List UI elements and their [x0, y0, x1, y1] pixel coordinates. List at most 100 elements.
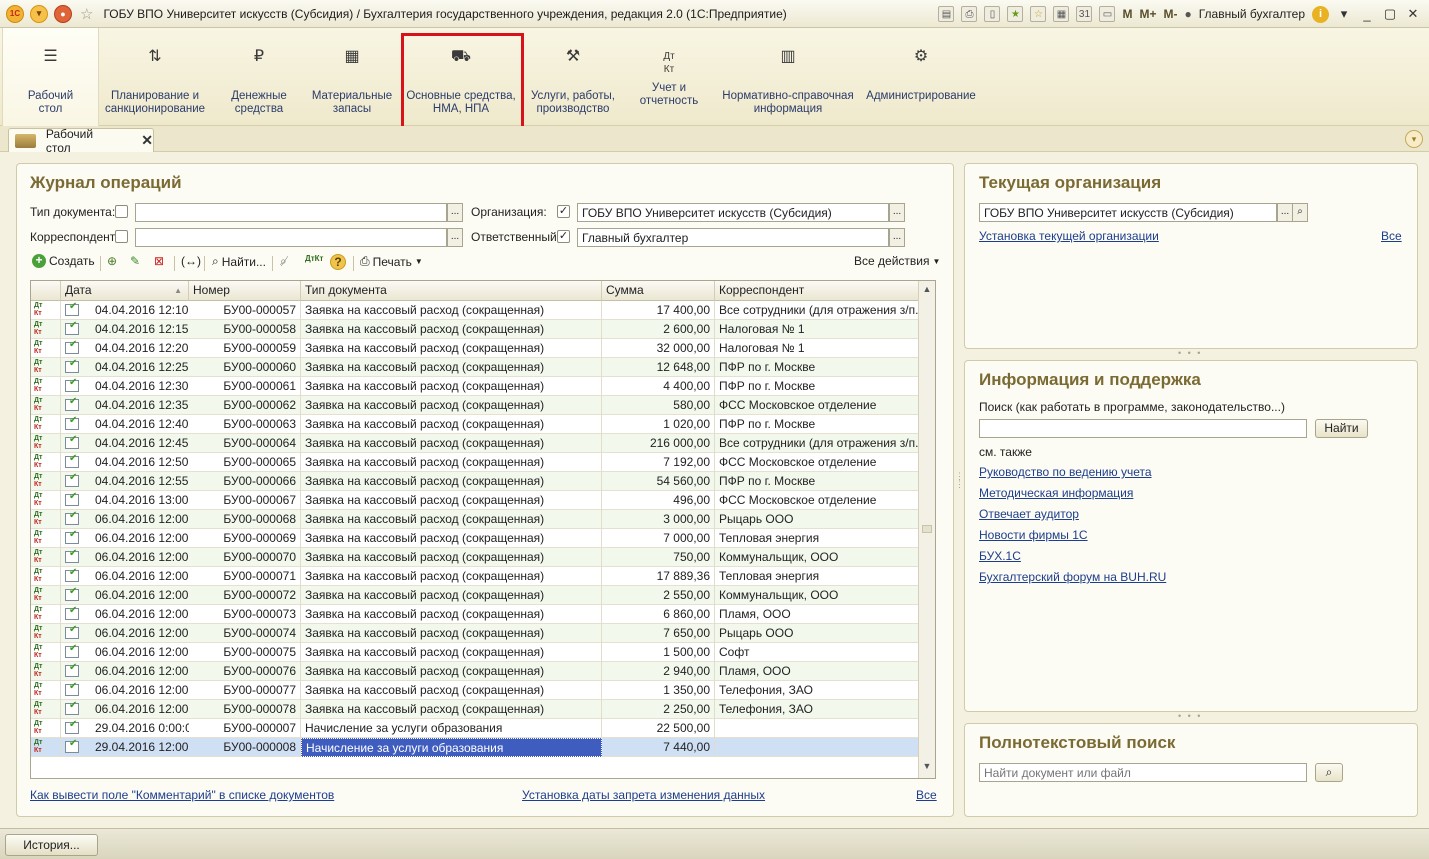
horizontal-splitter[interactable]: • • • — [1178, 348, 1202, 358]
info-link-methodology[interactable]: Методическая информация — [979, 486, 1133, 500]
preview-icon[interactable]: ▯ — [984, 6, 1001, 22]
org-select-button[interactable]: ... — [1277, 203, 1293, 222]
edit-icon[interactable]: ✎ — [130, 254, 140, 268]
table-row[interactable]: ДтКт 04.04.2016 13:00:00БУ00-000067Заявка… — [31, 491, 919, 510]
table-row[interactable]: ДтКт 06.04.2016 12:00:03БУ00-000071Заявка… — [31, 567, 919, 586]
table-row[interactable]: ДтКт 06.04.2016 12:00:00БУ00-000068Заявка… — [31, 510, 919, 529]
memory-mplus-button[interactable]: M+ — [1139, 7, 1156, 21]
table-row[interactable]: ДтКт 06.04.2016 12:00:04БУ00-000072Заявка… — [31, 586, 919, 605]
main-menu-button[interactable]: ▾ — [30, 4, 48, 23]
table-scrollbar[interactable]: ▲ ▼ — [918, 281, 935, 778]
info-link-auditor[interactable]: Отвечает аудитор — [979, 507, 1079, 521]
table-row[interactable]: ДтКт 04.04.2016 12:25:00БУ00-000060Заявка… — [31, 358, 919, 377]
section-inventory[interactable]: ▦ Материальные запасы — [306, 28, 398, 126]
fulltext-search-button[interactable]: ⌕ — [1315, 763, 1343, 782]
responsible-field[interactable]: Главный бухгалтер — [577, 228, 889, 247]
column-header-doc-type[interactable]: Тип документа — [301, 281, 602, 301]
column-header-sum[interactable]: Сумма — [602, 281, 715, 301]
table-row[interactable]: ДтКт 04.04.2016 12:50:00БУ00-000065Заявка… — [31, 453, 919, 472]
operations-table[interactable]: Дата ▲ Номер Тип документа Сумма Корресп… — [30, 280, 936, 779]
section-admin[interactable]: ⚙ Администрирование — [866, 28, 976, 126]
lock-date-link[interactable]: Установка даты запрета изменения данных — [522, 788, 765, 802]
table-row[interactable]: ДтКт 04.04.2016 12:40:00БУ00-000063Заявка… — [31, 415, 919, 434]
horizontal-splitter[interactable]: • • • — [1178, 711, 1202, 721]
org-select-button[interactable]: ... — [889, 203, 905, 222]
calendar-icon[interactable]: 31 — [1076, 6, 1093, 22]
table-row[interactable]: ДтКт 06.04.2016 12:00:10БУ00-000078Заявка… — [31, 700, 919, 719]
table-row[interactable]: ДтКт 29.04.2016 0:00:00БУ00-000007Начисле… — [31, 719, 919, 738]
table-row[interactable]: ДтКт 06.04.2016 12:00:07БУ00-000075Заявка… — [31, 643, 919, 662]
find-button[interactable]: ⌕ Найти... — [212, 254, 266, 269]
table-row[interactable]: ДтКт 06.04.2016 12:00:01БУ00-000069Заявка… — [31, 529, 919, 548]
table-row[interactable]: ДтКт 04.04.2016 12:30:00БУ00-000061Заявка… — [31, 377, 919, 396]
section-services[interactable]: ⚒ Услуги, работы, производство — [527, 28, 619, 126]
table-row[interactable]: ДтКт 06.04.2016 12:00:08БУ00-000076Заявка… — [31, 662, 919, 681]
table-row[interactable]: ДтКт 06.04.2016 12:00:02БУ00-000070Заявка… — [31, 548, 919, 567]
history-button[interactable]: История... — [5, 834, 98, 856]
all-actions-button[interactable]: Все действия ▼ — [854, 254, 940, 268]
table-row[interactable]: ДтКт 04.04.2016 12:15:00БУ00-000058Заявка… — [31, 320, 919, 339]
org-field[interactable]: ГОБУ ВПО Университет искусств (Субсидия) — [577, 203, 889, 222]
current-org-field[interactable]: ГОБУ ВПО Университет искусств (Субсидия) — [979, 203, 1277, 222]
memory-mminus-button[interactable]: M- — [1163, 7, 1177, 21]
add-favorite-icon[interactable]: ★ — [1007, 6, 1024, 22]
doc-type-select-button[interactable]: ... — [447, 203, 463, 222]
section-desktop[interactable]: ☰ Рабочий стол — [2, 28, 99, 126]
info-search-input[interactable] — [979, 419, 1307, 438]
org-open-icon[interactable]: ⌕ — [1292, 203, 1308, 222]
info-dropdown-icon[interactable]: ▾ — [1336, 6, 1352, 22]
responsible-checkbox[interactable]: ✓ — [557, 230, 570, 243]
table-row[interactable]: ДтКт 06.04.2016 12:00:06БУ00-000074Заявка… — [31, 624, 919, 643]
clipboard-icon[interactable]: ▭ — [1099, 6, 1116, 22]
movements-icon[interactable]: (↔) — [181, 254, 201, 268]
dtkt-report-icon[interactable]: ДтКт — [305, 254, 323, 263]
column-header-correspondent[interactable]: Корреспондент — [715, 281, 919, 301]
fulltext-search-input[interactable] — [979, 763, 1307, 782]
info-link-buh1c[interactable]: БУХ.1С — [979, 549, 1021, 563]
delete-icon[interactable]: ⊠ — [154, 254, 164, 268]
doc-type-checkbox[interactable] — [115, 205, 128, 218]
section-planning[interactable]: ⇅ Планирование и санкционирование — [100, 28, 210, 126]
table-row[interactable]: ДтКт 29.04.2016 12:00:00БУ00-000008Начисл… — [31, 738, 919, 757]
table-row[interactable]: ДтКт 04.04.2016 12:10:00БУ00-000057Заявка… — [31, 301, 919, 320]
set-current-org-link[interactable]: Установка текущей организации — [979, 229, 1159, 243]
section-accounting[interactable]: Дт Кт Учет и отчетность — [630, 28, 708, 126]
responsible-select-button[interactable]: ... — [889, 228, 905, 247]
save-icon[interactable]: ▤ — [938, 6, 955, 22]
section-reference[interactable]: ▥ Нормативно-справочная информация — [722, 28, 854, 126]
journal-all-link[interactable]: Все — [916, 788, 937, 802]
vertical-splitter[interactable]: ⋮ ⋮ — [955, 472, 964, 489]
app-logo-icon[interactable]: 1С — [6, 4, 24, 23]
print-icon[interactable]: ⎙ — [961, 6, 978, 22]
info-link-forum[interactable]: Бухгалтерский форум на BUH.RU — [979, 570, 1166, 584]
maximize-button[interactable]: ▢ — [1382, 6, 1398, 22]
cancel-search-icon[interactable]: ⌕̸ — [280, 254, 287, 269]
memory-m-button[interactable]: M — [1122, 7, 1132, 21]
print-button[interactable]: ⎙ Печать ▼ — [360, 254, 423, 269]
table-row[interactable]: ДтКт 04.04.2016 12:20:00БУ00-000059Заявка… — [31, 339, 919, 358]
correspondent-checkbox[interactable] — [115, 230, 128, 243]
info-link-news[interactable]: Новости фирмы 1С — [979, 528, 1088, 542]
info-find-button[interactable]: Найти — [1315, 419, 1368, 438]
doc-type-field[interactable] — [135, 203, 447, 222]
table-row[interactable]: ДтКт 04.04.2016 12:55:00БУ00-000066Заявка… — [31, 472, 919, 491]
org-all-link[interactable]: Все — [1381, 229, 1402, 243]
scroll-up-icon[interactable]: ▲ — [921, 284, 933, 298]
correspondent-field[interactable] — [135, 228, 447, 247]
section-money[interactable]: ₽ Денежные средства — [215, 28, 303, 126]
scroll-thumb[interactable] — [922, 525, 932, 533]
calculator-icon[interactable]: ▦ — [1053, 6, 1070, 22]
current-user[interactable]: Главный бухгалтер — [1199, 7, 1305, 21]
copy-icon[interactable]: ⊕ — [107, 254, 117, 268]
tabs-dropdown-icon[interactable]: ▾ — [1405, 130, 1423, 148]
table-row[interactable]: ДтКт 06.04.2016 12:00:09БУ00-000077Заявка… — [31, 681, 919, 700]
org-checkbox[interactable]: ✓ — [557, 205, 570, 218]
tab-desktop[interactable]: Рабочий стол ✕ — [8, 127, 154, 155]
correspondent-select-button[interactable]: ... — [447, 228, 463, 247]
comment-field-help-link[interactable]: Как вывести поле "Комментарий" в списке … — [30, 788, 334, 802]
table-row[interactable]: ДтКт 04.04.2016 12:45:00БУ00-000064Заявка… — [31, 434, 919, 453]
favorites-icon[interactable]: ☆ — [1030, 6, 1047, 22]
column-header-date[interactable]: Дата ▲ — [61, 281, 189, 301]
help-icon[interactable]: ? — [330, 254, 346, 270]
info-icon[interactable]: i — [1312, 5, 1329, 23]
